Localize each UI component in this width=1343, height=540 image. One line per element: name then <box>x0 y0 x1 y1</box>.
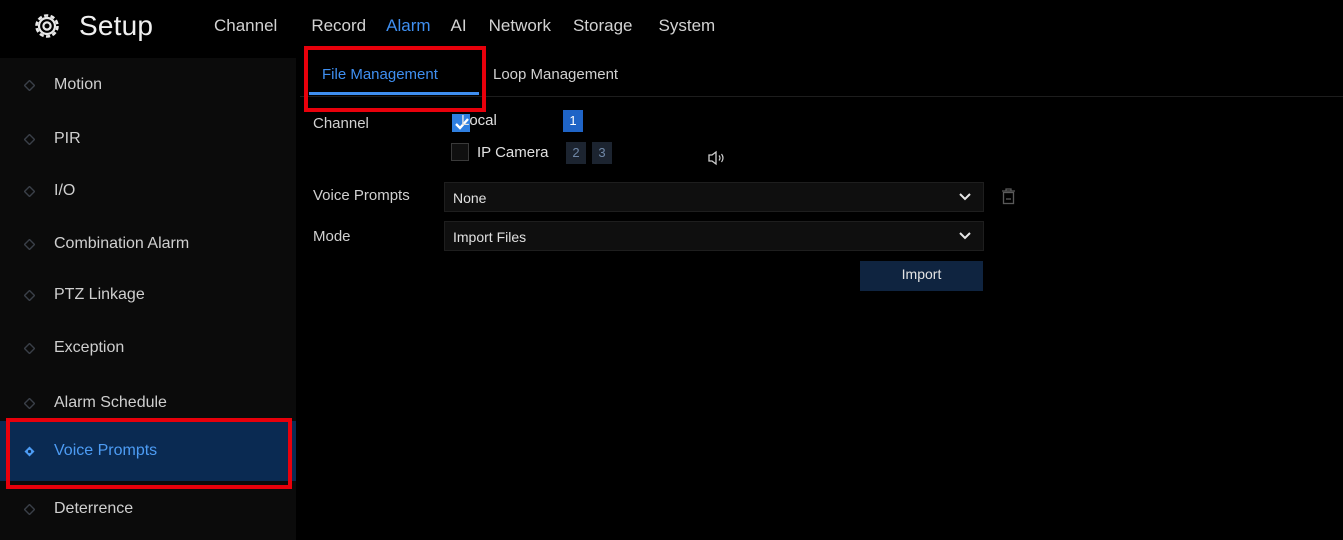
sidebar-item-label: PTZ Linkage <box>54 286 145 303</box>
local-label: Local <box>461 112 497 129</box>
channel-1-toggle[interactable]: 1 <box>563 110 583 132</box>
chevron-down-icon <box>959 193 971 201</box>
sidebar-item-label: Deterrence <box>54 500 134 517</box>
nav-record[interactable]: Record <box>311 16 366 36</box>
chevron-down-icon <box>959 232 971 240</box>
import-button[interactable]: Import <box>860 261 983 291</box>
sidebar-item-label: Exception <box>54 339 125 356</box>
channel-2-toggle[interactable]: 2 <box>566 142 586 164</box>
nav-ai[interactable]: AI <box>451 16 467 36</box>
nav-channel[interactable]: Channel <box>214 16 277 36</box>
ip-camera-label: IP Camera <box>477 144 549 161</box>
speaker-icon[interactable] <box>707 150 727 166</box>
mode-value: Import Files <box>453 229 527 245</box>
mode-label: Mode <box>313 228 351 245</box>
mode-select[interactable]: Import Files <box>444 221 984 251</box>
ip-camera-checkbox[interactable] <box>451 143 469 161</box>
voice-prompts-value: None <box>453 190 487 206</box>
sidebar-item-deterrence[interactable]: Deterrence <box>0 484 296 534</box>
tab-bar: File Management Loop Management <box>300 56 1343 97</box>
sidebar-item-exception[interactable]: Exception <box>0 323 296 373</box>
sidebar-item-label: PIR <box>54 130 81 147</box>
app-header: Setup <box>32 10 153 42</box>
tab-file-management[interactable]: File Management <box>322 66 438 83</box>
voice-prompts-select[interactable]: None <box>444 182 984 212</box>
diamond-icon <box>24 397 35 409</box>
channel-3-toggle[interactable]: 3 <box>592 142 612 164</box>
active-tab-indicator <box>309 92 479 95</box>
sidebar-item-label: Voice Prompts <box>54 442 158 459</box>
diamond-icon <box>24 185 35 197</box>
nav-storage[interactable]: Storage <box>573 16 633 36</box>
gear-icon <box>35 14 59 38</box>
top-nav: Channel Record Alarm AI Network Storage … <box>214 16 715 36</box>
sidebar-item-label: Alarm Schedule <box>54 394 167 411</box>
tab-loop-management[interactable]: Loop Management <box>493 66 618 83</box>
sidebar: Motion PIR I/O Combination Alarm PTZ Lin… <box>0 58 296 540</box>
sidebar-item-label: Combination Alarm <box>54 235 190 252</box>
sidebar-item-io[interactable]: I/O <box>0 166 296 216</box>
nav-network[interactable]: Network <box>489 16 551 36</box>
sidebar-item-motion[interactable]: Motion <box>0 60 296 110</box>
page-title: Setup <box>79 10 154 41</box>
sidebar-item-combination-alarm[interactable]: Combination Alarm <box>0 219 296 269</box>
sidebar-item-voice-prompts[interactable]: Voice Prompts <box>0 421 296 481</box>
diamond-icon <box>24 289 35 301</box>
top-bar: Setup Channel Record Alarm AI Network St… <box>0 0 1343 50</box>
diamond-icon <box>24 238 35 250</box>
voice-prompts-label: Voice Prompts <box>313 187 410 204</box>
sidebar-item-pir[interactable]: PIR <box>0 114 296 164</box>
trash-icon[interactable] <box>1001 187 1016 205</box>
nav-alarm[interactable]: Alarm <box>386 16 430 36</box>
diamond-icon <box>24 446 35 456</box>
diamond-icon <box>24 342 35 354</box>
sidebar-item-label: Motion <box>54 76 103 93</box>
diamond-icon <box>24 133 35 145</box>
diamond-icon <box>24 503 35 515</box>
channel-label: Channel <box>313 115 369 132</box>
sidebar-item-ptz-linkage[interactable]: PTZ Linkage <box>0 270 296 320</box>
nav-system[interactable]: System <box>659 16 716 36</box>
sidebar-item-label: I/O <box>54 182 76 199</box>
diamond-icon <box>24 79 35 91</box>
